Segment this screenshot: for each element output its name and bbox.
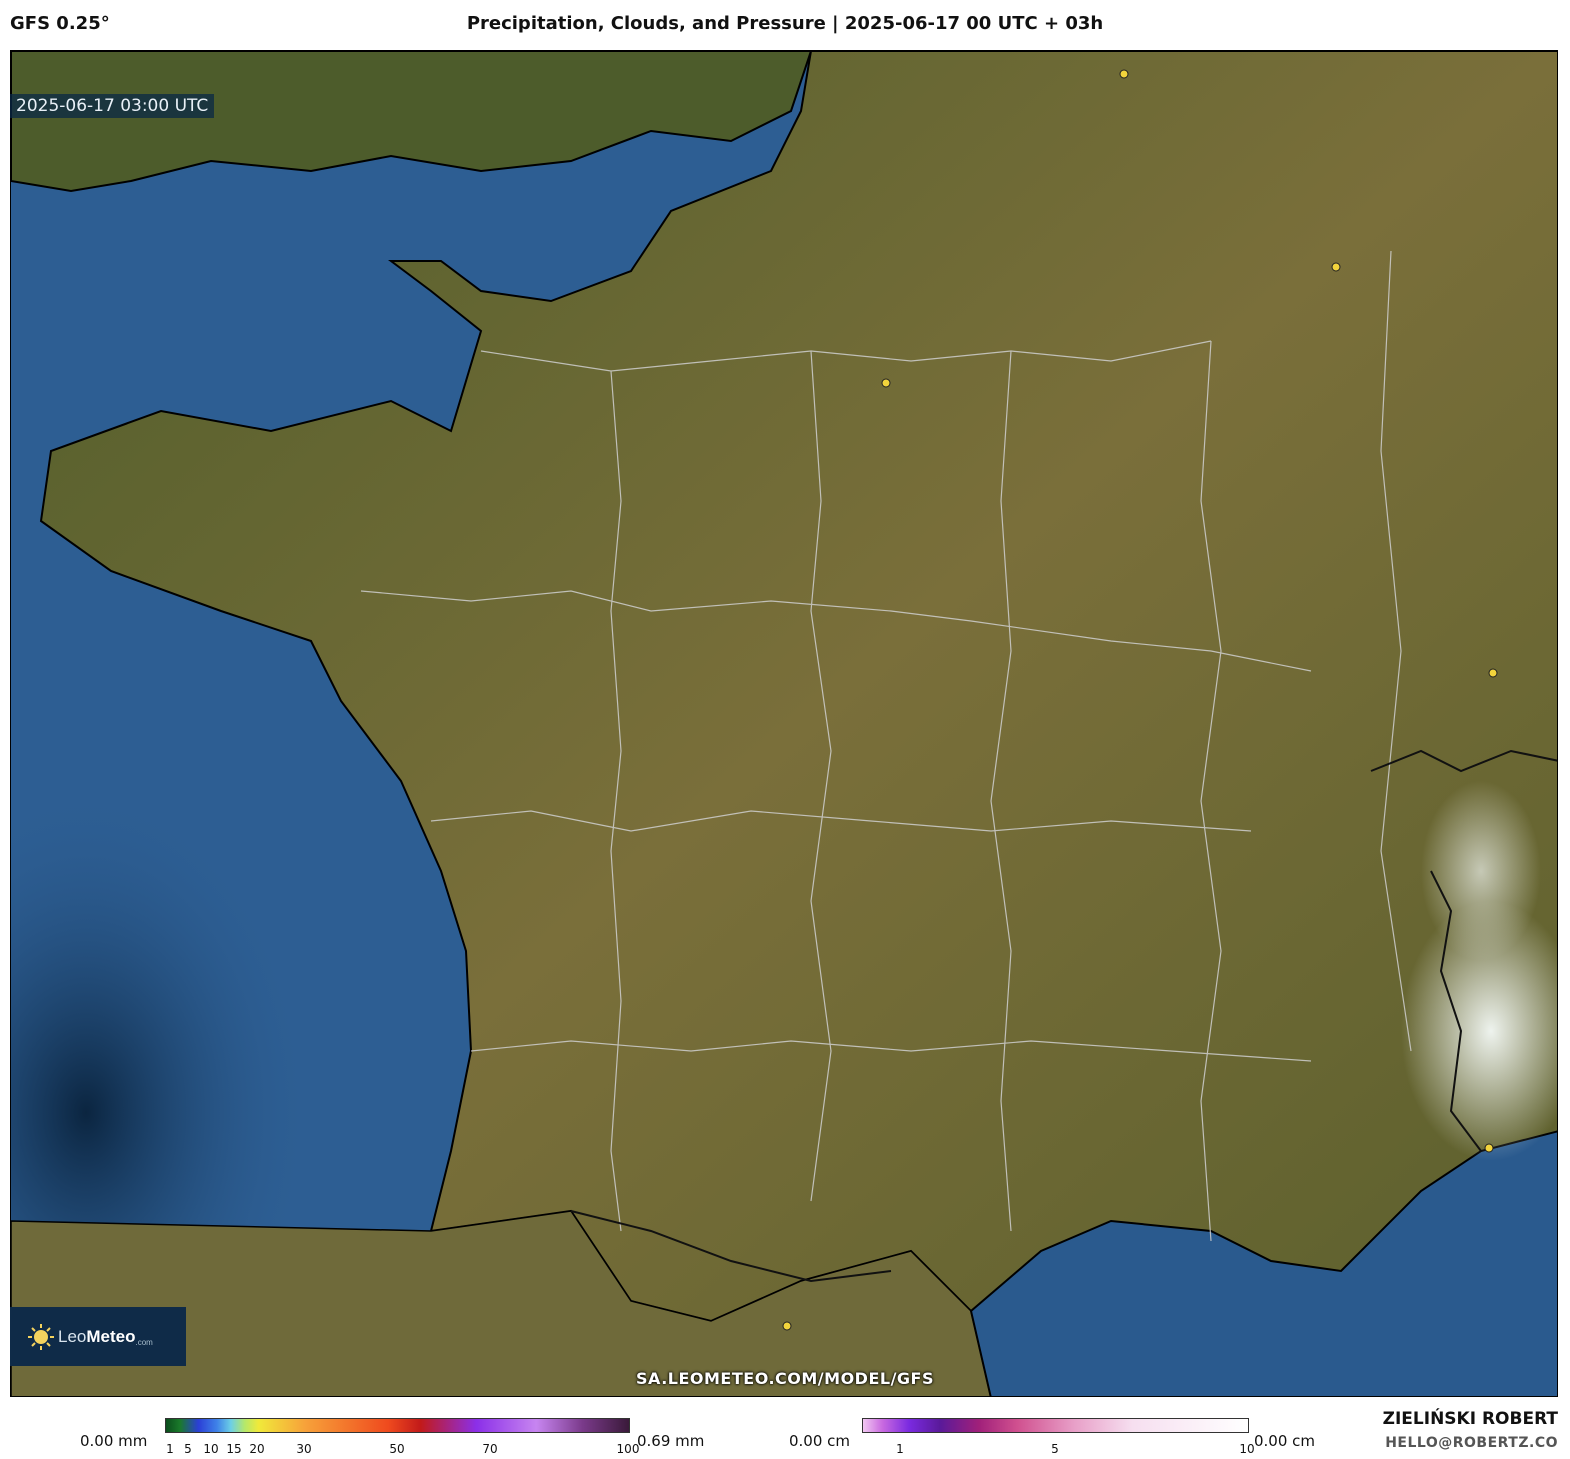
- precip-tick: 1: [166, 1442, 174, 1456]
- precip-tick: 30: [296, 1442, 312, 1456]
- city-marker: [782, 1321, 792, 1331]
- precip-tick: 15: [226, 1442, 242, 1456]
- logo-text-domain: .com: [135, 1338, 153, 1347]
- precip-min-label: 0.00 mm: [80, 1432, 148, 1450]
- precipitation-colorbar: [165, 1418, 630, 1433]
- precip-max-label: 0.69 mm: [637, 1432, 705, 1450]
- sun-icon: [28, 1323, 54, 1350]
- author-email[interactable]: HELLO@ROBERTZ.CO: [1385, 1435, 1558, 1451]
- snow-tick: 10: [1239, 1442, 1255, 1456]
- logo-text-leo: Leo: [58, 1326, 87, 1346]
- city-marker: [881, 378, 891, 388]
- precip-tick: 50: [389, 1442, 405, 1456]
- logo-text-meteo: Meteo: [86, 1326, 136, 1346]
- precip-tick: 5: [184, 1442, 192, 1456]
- snow-tick: 5: [1051, 1442, 1059, 1456]
- city-marker: [1119, 69, 1129, 79]
- precip-tick: 20: [249, 1442, 265, 1456]
- map-title: Precipitation, Clouds, and Pressure | 20…: [466, 13, 1104, 34]
- alps-snow: [1421, 781, 1541, 961]
- city-marker: [1488, 668, 1498, 678]
- snow-tick: 1: [896, 1442, 904, 1456]
- source-watermark: SA.LEOMETEO.COM/MODEL/GFS: [636, 1369, 934, 1388]
- city-marker: [1484, 1143, 1494, 1153]
- snow-min-label: 0.00 cm: [789, 1432, 851, 1450]
- valid-time-label: 2025-06-17 03:00 UTC: [10, 94, 215, 118]
- precip-tick: 10: [203, 1442, 219, 1456]
- map-canvas: [11, 51, 1557, 1396]
- author-name: ZIELIŃSKI ROBERT: [1382, 1409, 1558, 1429]
- snow-colorbar: [862, 1418, 1249, 1433]
- precip-tick: 70: [482, 1442, 498, 1456]
- weather-map[interactable]: [10, 50, 1558, 1397]
- city-marker: [1331, 262, 1341, 272]
- leometeo-logo[interactable]: Leo Meteo .com: [10, 1307, 186, 1366]
- snow-max-label: 0.00 cm: [1254, 1432, 1316, 1450]
